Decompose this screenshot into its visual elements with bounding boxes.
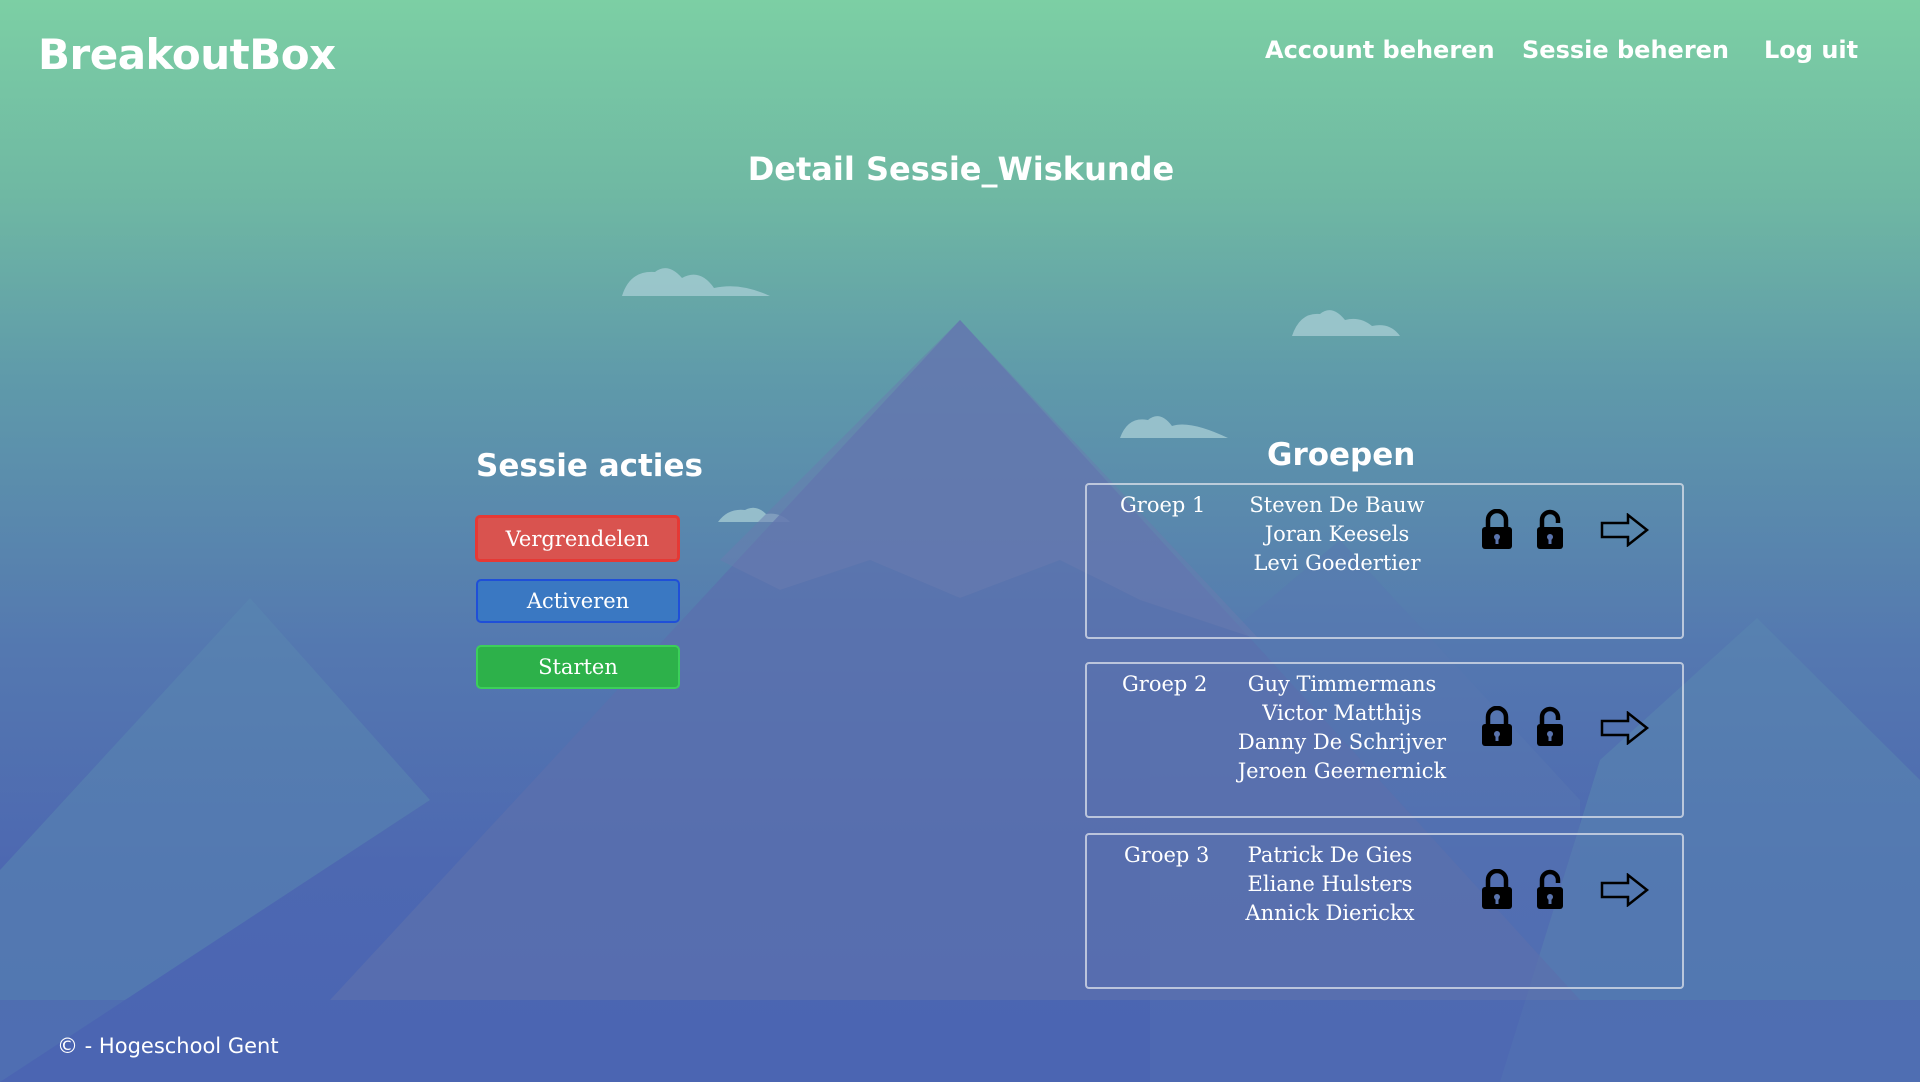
- groups-heading: Groepen: [1267, 437, 1416, 473]
- lock-icon[interactable]: [1480, 869, 1514, 911]
- lock-icon[interactable]: [1480, 509, 1514, 551]
- activate-session-button[interactable]: Activeren: [476, 579, 680, 623]
- start-session-button[interactable]: Starten: [476, 645, 680, 689]
- member-name: Patrick De Gies: [1247, 843, 1413, 867]
- unlock-icon[interactable]: [1534, 509, 1566, 551]
- member-name: Jeroen Geernernick: [1237, 759, 1447, 783]
- page-title: Detail Sessie_Wiskunde: [747, 150, 1175, 188]
- group-name: Groep 3: [1124, 843, 1210, 867]
- nav-account[interactable]: Account beheren: [1265, 36, 1495, 64]
- member-name: Guy Timmermans: [1247, 672, 1437, 696]
- lock-session-button[interactable]: Vergrendelen: [475, 515, 680, 562]
- brand-logo[interactable]: BreakoutBox: [38, 30, 336, 79]
- member-name: Danny De Schrijver: [1237, 730, 1447, 754]
- member-name: Annick Dierickx: [1245, 901, 1415, 925]
- arrow-right-icon[interactable]: [1600, 513, 1650, 547]
- group-card: Groep 3 Patrick De Gies Eliane Hulsters …: [1085, 833, 1684, 989]
- group-name: Groep 1: [1120, 493, 1206, 517]
- member-name: Joran Keesels: [1264, 522, 1410, 546]
- unlock-icon[interactable]: [1534, 706, 1566, 748]
- page-title-wrap: Detail Sessie_Wiskunde: [0, 150, 1920, 188]
- arrow-right-icon[interactable]: [1600, 711, 1650, 745]
- group-name: Groep 2: [1122, 672, 1208, 696]
- member-name: Eliane Hulsters: [1247, 872, 1413, 896]
- group-card: Groep 1 Steven De Bauw Joran Keesels Lev…: [1085, 483, 1684, 639]
- footer-copyright: © - Hogeschool Gent: [57, 1034, 279, 1058]
- session-actions-heading: Sessie acties: [476, 448, 703, 484]
- member-name: Levi Goedertier: [1253, 551, 1421, 575]
- group-card: Groep 2 Guy Timmermans Victor Matthijs D…: [1085, 662, 1684, 818]
- lock-icon[interactable]: [1480, 706, 1514, 748]
- nav-logout[interactable]: Log uit: [1764, 36, 1858, 64]
- group-members: Patrick De Gies Eliane Hulsters Annick D…: [1215, 841, 1445, 928]
- unlock-icon[interactable]: [1534, 869, 1566, 911]
- group-members: Guy Timmermans Victor Matthijs Danny De …: [1227, 670, 1457, 786]
- member-name: Steven De Bauw: [1249, 493, 1425, 517]
- member-name: Victor Matthijs: [1262, 701, 1422, 725]
- arrow-right-icon[interactable]: [1600, 873, 1650, 907]
- group-members: Steven De Bauw Joran Keesels Levi Goeder…: [1222, 491, 1452, 578]
- nav-session[interactable]: Sessie beheren: [1522, 36, 1729, 64]
